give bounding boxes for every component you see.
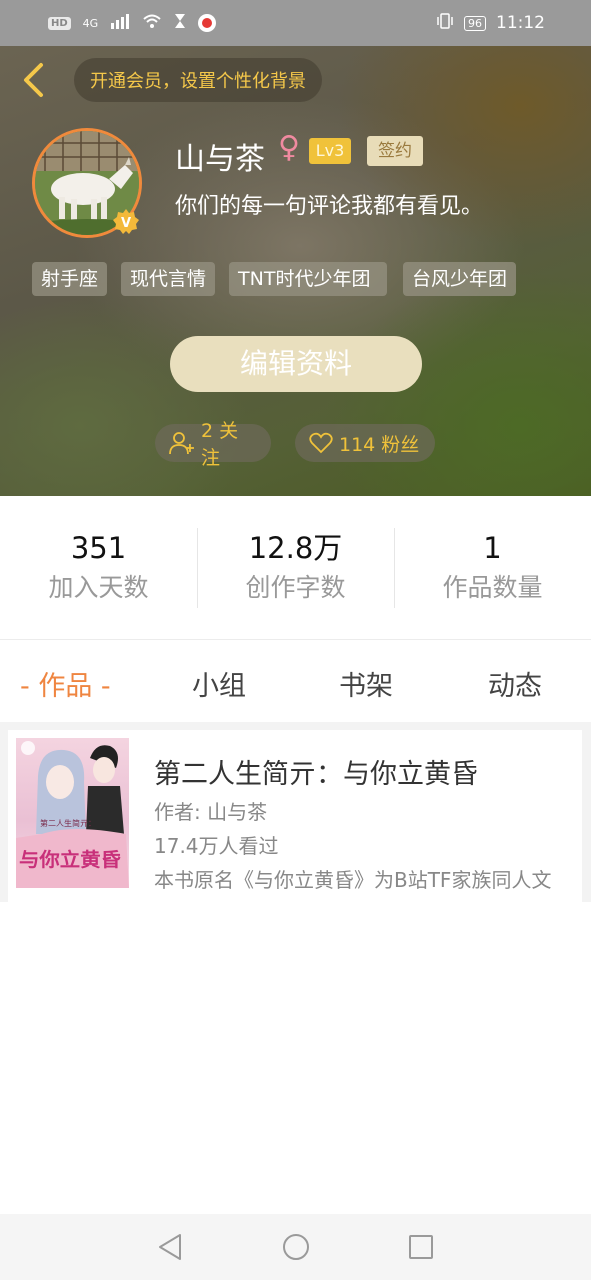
fans-button[interactable]: 114 粉丝 (295, 424, 435, 462)
tag-item[interactable]: 台风少年团 (403, 262, 517, 296)
back-button[interactable] (18, 62, 48, 98)
stat-label: 加入天数 (48, 572, 149, 602)
tag-item[interactable]: 射手座 (32, 262, 108, 296)
chevron-left-icon (24, 63, 43, 97)
network-indicator: 4G (82, 16, 99, 30)
level-badge: Lv3 (309, 138, 351, 164)
book-views: 17.4万人看过 (154, 834, 279, 858)
tab-works[interactable]: - 作品 - (20, 664, 111, 703)
status-bar: HD 4G 96 11:12 (0, 0, 591, 46)
book-cover-art: 第二人生简亓： 与你立黄昏 (16, 741, 129, 888)
clock: 11:12 (496, 13, 545, 33)
female-icon: ♀ (278, 130, 300, 165)
verified-badge-icon: V (113, 209, 139, 234)
profile-tabs: - 作品 - 小组 书架 动态 (0, 640, 591, 724)
wifi-icon (142, 13, 162, 33)
following-button[interactable]: 2 关注 (155, 420, 271, 469)
works-list: 第二人生简亓： 与你立黄昏 第二人生简亓：与你立黄昏 作者: 山与茶 17.4万… (0, 722, 591, 902)
following-count: 2 关注 (200, 420, 239, 469)
nav-recent-icon[interactable] (406, 1232, 436, 1262)
nav-home-icon[interactable] (281, 1232, 311, 1262)
fans-count: 114 粉丝 (339, 433, 420, 456)
stat-word-count: 12.8万 创作字数 (197, 527, 394, 608)
svg-text:V: V (121, 216, 131, 231)
tab-group[interactable]: 小组 (192, 664, 246, 703)
tag-item[interactable]: TNT时代少年团 (229, 262, 388, 296)
book-title[interactable]: 第二人生简亓：与你立黄昏 (154, 752, 478, 791)
system-nav-bar (0, 1214, 591, 1280)
stats-row: 351 加入天数 12.8万 创作字数 1 作品数量 (0, 496, 591, 640)
vip-background-prompt[interactable]: 开通会员，设置个性化背景 (74, 58, 322, 102)
stat-join-days: 351 加入天数 (0, 528, 197, 608)
stat-label: 创作字数 (245, 572, 346, 602)
stat-value: 1 (483, 530, 502, 565)
tag-list: 射手座 现代言情 TNT时代少年团 台风少年团 (32, 262, 562, 296)
nav-back-icon[interactable] (155, 1232, 185, 1262)
add-user-icon (169, 432, 194, 455)
tab-feed[interactable]: 动态 (488, 664, 542, 703)
stat-works-count: 1 作品数量 (394, 527, 591, 608)
hd-indicator: HD (48, 16, 71, 30)
user-bio: 你们的每一句评论我都有看见。 (175, 194, 484, 219)
cover-title-main: 与你立黄昏 (19, 848, 121, 871)
user-name: 山与茶 (175, 142, 265, 177)
heart-icon (309, 432, 333, 454)
status-right: 96 11:12 (436, 12, 545, 34)
profile-header: 开通会员，设置个性化背景 V 山与茶 ♀ Lv3 签约 你们的每一句评论我都有看… (0, 46, 591, 496)
hourglass-icon (174, 13, 186, 33)
tab-bookshelf[interactable]: 书架 (339, 664, 393, 703)
stat-label: 作品数量 (442, 572, 543, 602)
tag-item[interactable]: 现代言情 (121, 262, 216, 296)
stat-value: 12.8万 (248, 530, 343, 565)
cover-title-top: 第二人生简亓： (40, 818, 96, 828)
book-cover: 第二人生简亓： 与你立黄昏 (16, 738, 129, 888)
book-description: 本书原名《与你立黄昏》为B站TF家族同人文 (154, 868, 552, 892)
vibrate-icon (436, 12, 454, 34)
battery-indicator: 96 (464, 15, 486, 31)
signal-icon (110, 13, 130, 33)
list-item[interactable]: 第二人生简亓： 与你立黄昏 第二人生简亓：与你立黄昏 作者: 山与茶 17.4万… (8, 730, 582, 902)
edit-profile-button[interactable]: 编辑资料 (170, 336, 422, 392)
status-left: HD 4G (48, 13, 217, 33)
news-app-icon (198, 14, 217, 32)
book-author: 作者: 山与茶 (154, 800, 268, 824)
signed-badge: 签约 (367, 136, 423, 166)
stat-value: 351 (70, 530, 127, 565)
